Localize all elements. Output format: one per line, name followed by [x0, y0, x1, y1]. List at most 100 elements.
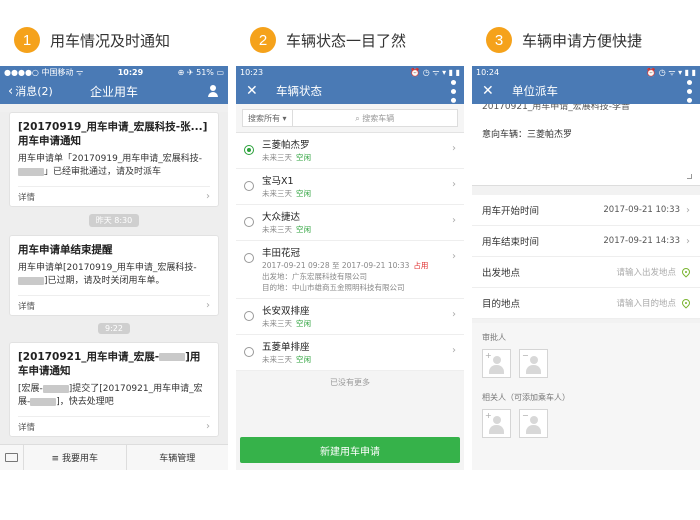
battery-indicator: ⊕ ✈ 51% ▭: [177, 67, 224, 77]
message-title: 用车申请单结束提醒: [18, 244, 113, 256]
radio-unselected[interactable]: [244, 347, 254, 357]
destination-row: 目的地点 请输入目的地点: [472, 288, 700, 319]
vehicle-info: 三菱帕杰罗 未来三天 空闲: [262, 139, 456, 163]
step-number: 3: [486, 27, 512, 53]
intended-vehicle: 意向车辆：三菱帕杰罗: [482, 130, 573, 140]
close-icon[interactable]: ✕: [246, 83, 264, 99]
vehicle-name: 大众捷达: [262, 212, 301, 223]
vehicle-availability: 未来三天 空闲: [262, 224, 456, 235]
keyboard-icon: [5, 453, 18, 462]
message-text-b: ]已过期，请及时关闭用车单。: [44, 276, 165, 286]
vehicle-item[interactable]: 丰田花冠 2017-09-21 09:28 至 2017-09-21 10:33…: [236, 241, 464, 299]
vehicle-name: 宝马X1: [262, 176, 294, 187]
location-pin-icon[interactable]: [680, 266, 692, 278]
message-text: [宏展-]提交了[20170921_用车申请_宏展-]，快去处理吧: [18, 383, 210, 409]
step-title: 用车情况及时通知: [50, 31, 171, 50]
approver-label: 审批人: [472, 323, 700, 349]
canvas: 1 用车情况及时通知 2 车辆状态一目了然 3 车辆申请方便快捷 ●●●●○ 中…: [0, 0, 700, 520]
more-menu-icon[interactable]: •••: [444, 78, 460, 105]
message-card[interactable]: [20170921_用车申请_宏展-]用车申请通知 [宏展-]提交了[20170…: [9, 342, 219, 437]
search-field: 搜索所有 ▾ ⌕ 搜索车辆: [242, 109, 458, 127]
vehicle-availability: 未来三天 空闲: [262, 188, 456, 199]
menu-tab-request-car[interactable]: ≡ 我要用车: [24, 445, 127, 470]
end-of-list-text: 已没有更多: [330, 378, 370, 387]
vehicle-item[interactable]: 三菱帕杰罗 未来三天 空闲 ›: [236, 133, 464, 169]
remove-related-button[interactable]: −: [519, 409, 548, 438]
minus-icon: −: [522, 351, 529, 360]
vehicle-availability: 未来三天 空闲: [262, 152, 456, 163]
add-approver-button[interactable]: +: [482, 349, 511, 378]
search-input[interactable]: ⌕ 搜索车辆: [293, 113, 457, 124]
end-time-row[interactable]: 用车结束时间 2017-09-21 14:33 ›: [472, 226, 700, 257]
location-pin-icon[interactable]: [680, 297, 692, 309]
availability-range: 未来三天: [262, 189, 292, 198]
vehicle-item[interactable]: 五菱单排座 未来三天 空闲 ›: [236, 335, 464, 371]
vehicle-availability: 未来三天 空闲: [262, 354, 456, 365]
page-title: 车辆状态: [276, 84, 322, 98]
departure-input[interactable]: 请输入出发地点: [554, 266, 676, 278]
redaction-block: [18, 167, 44, 176]
carrier-text: ●●●●○ 中国移动 ᯤ: [4, 67, 84, 77]
detail-link[interactable]: 详情 ›: [18, 186, 210, 206]
user-icon[interactable]: [206, 84, 220, 98]
destination-input[interactable]: 请输入目的地点: [554, 297, 676, 309]
vehicle-availability: 未来三天 空闲: [262, 318, 456, 329]
remove-approver-button[interactable]: −: [519, 349, 548, 378]
timestamp-chip: 9:22: [98, 323, 130, 334]
phone-screen-vehicle-status: 10:23 ⏰ ◷ ᯤ ▾ ▮ ▮ ✕ 车辆状态 ••• 搜索所有 ▾ ⌕ 搜索…: [236, 66, 464, 470]
clock: 10:29: [117, 67, 144, 77]
departure-row: 出发地点 请输入出发地点: [472, 257, 700, 288]
chevron-right-icon: ›: [452, 345, 456, 356]
detail-link[interactable]: 详情 ›: [18, 295, 210, 315]
trip-origin: 出发地：广东宏展科技有限公司: [262, 272, 367, 281]
plus-icon: +: [485, 351, 492, 360]
radio-unselected[interactable]: [244, 181, 254, 191]
clock: 10:23: [240, 67, 264, 77]
nav-bar: ✕ 车辆状态 •••: [236, 78, 464, 104]
vehicle-info: 五菱单排座 未来三天 空闲: [262, 341, 456, 365]
resize-corner-icon: [687, 174, 692, 179]
new-request-button[interactable]: 新建用车申请: [240, 437, 460, 463]
message-list: [20170919_用车申请_宏展科技-张...]用车申请通知 用车申请单「20…: [0, 112, 228, 452]
back-button[interactable]: ‹ 消息(2): [8, 83, 53, 99]
vehicle-name: 三菱帕杰罗: [262, 140, 310, 151]
availability-range: 2017-09-21 09:28 至 2017-09-21 10:33: [262, 261, 410, 270]
request-name: 20170921_用车申请_宏展科技-李晋: [482, 104, 631, 112]
radio-unselected[interactable]: [244, 253, 254, 263]
keyboard-toggle[interactable]: [0, 445, 24, 470]
status-bar: ●●●●○ 中国移动 ᯤ 10:29 ⊕ ✈ 51% ▭: [0, 66, 228, 78]
status-free: 空闲: [296, 225, 311, 234]
vehicle-item[interactable]: 宝马X1 未来三天 空闲 ›: [236, 169, 464, 205]
redaction-block: [159, 353, 186, 361]
vehicle-item[interactable]: 大众捷达 未来三天 空闲 ›: [236, 205, 464, 241]
vehicle-info: 宝马X1 未来三天 空闲: [262, 175, 456, 199]
close-icon[interactable]: ✕: [482, 83, 500, 99]
step-1-header: 1 用车情况及时通知: [14, 26, 170, 54]
redaction-block: [30, 397, 57, 406]
vehicle-item[interactable]: 长安双排座 未来三天 空闲 ›: [236, 299, 464, 335]
availability-range: 未来三天: [262, 319, 292, 328]
menu-tab-vehicle-management[interactable]: 车辆管理: [127, 445, 229, 470]
availability-range: 未来三天: [262, 153, 292, 162]
search-scope-dropdown[interactable]: 搜索所有 ▾: [243, 110, 293, 126]
chevron-right-icon: ›: [452, 309, 456, 320]
more-menu-icon[interactable]: •••: [680, 78, 696, 105]
step-3-header: 3 车辆申请方便快捷: [486, 26, 642, 54]
message-title-a: [20170921_用车申请_宏展-: [18, 351, 160, 363]
radio-unselected[interactable]: [244, 217, 254, 227]
vehicle-name: 长安双排座: [262, 306, 310, 317]
start-time-row[interactable]: 用车开始时间 2017-09-21 10:33 ›: [472, 195, 700, 226]
radio-unselected[interactable]: [244, 311, 254, 321]
end-time-label: 用车结束时间: [482, 237, 540, 248]
add-related-button[interactable]: +: [482, 409, 511, 438]
detail-link[interactable]: 详情 ›: [18, 416, 210, 436]
back-label: 消息(2): [15, 85, 53, 98]
chevron-right-icon: ›: [452, 215, 456, 226]
radio-selected[interactable]: [244, 145, 254, 155]
vehicle-info: 长安双排座 未来三天 空闲: [262, 305, 456, 329]
message-card[interactable]: [20170919_用车申请_宏展科技-张...]用车申请通知 用车申请单「20…: [9, 112, 219, 207]
redaction-block: [18, 276, 44, 285]
message-card[interactable]: 用车申请单结束提醒 用车申请单[20170919_用车申请_宏展科技-]已过期，…: [9, 235, 219, 316]
phone-screen-notifications: ●●●●○ 中国移动 ᯤ 10:29 ⊕ ✈ 51% ▭ ‹ 消息(2) 企业用…: [0, 66, 228, 470]
step-number: 1: [14, 27, 40, 53]
